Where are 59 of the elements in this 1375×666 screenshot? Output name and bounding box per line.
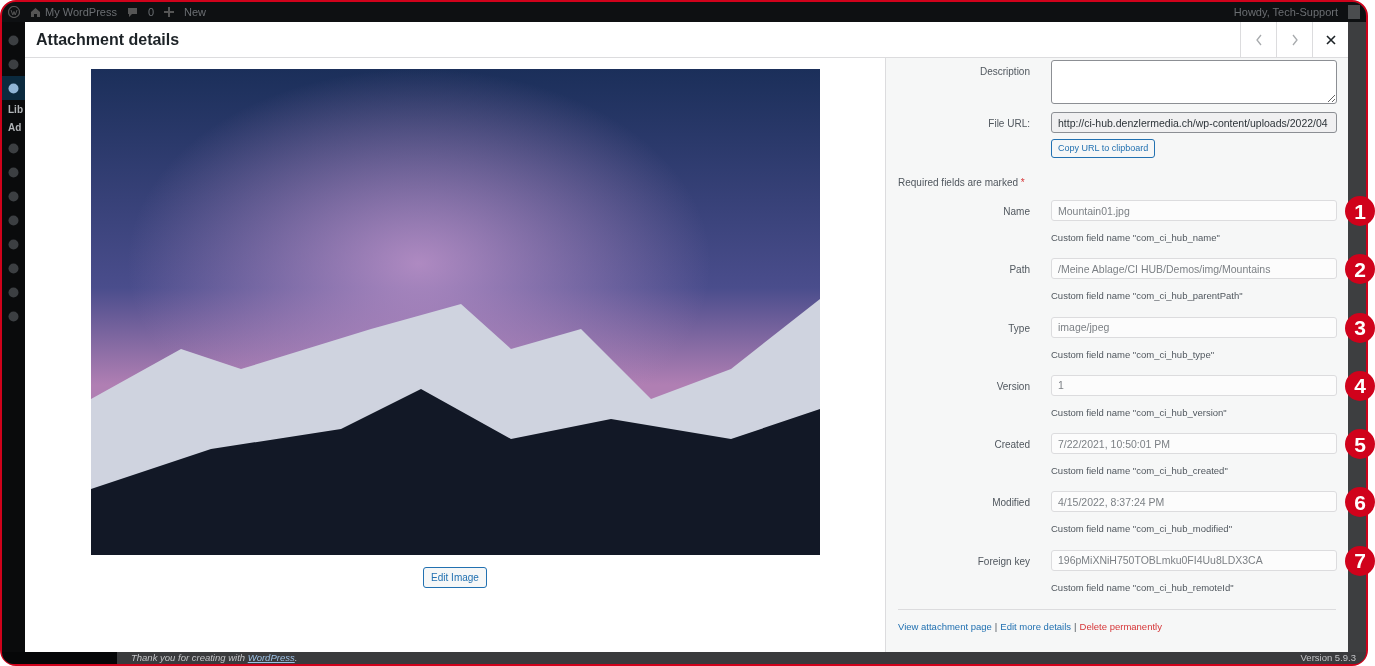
- text-field: Mountain01.jpg: [1051, 200, 1337, 221]
- text-field: 1: [1051, 374, 1337, 396]
- delete-link[interactable]: Delete permanently: [1079, 619, 1162, 634]
- action-link[interactable]: Edit more details: [1000, 619, 1072, 634]
- comment-icon[interactable]: [126, 7, 138, 17]
- action-link[interactable]: View attachment page: [898, 619, 992, 634]
- field-hint: Custom field name "com_ci_hub_modified": [1051, 522, 1233, 537]
- field-label: Description: [978, 65, 1030, 79]
- comment-count: 0: [147, 4, 155, 20]
- number-badge: 7: [1345, 545, 1375, 576]
- field-hint: Custom field name "com_ci_hub_version": [1051, 405, 1228, 420]
- number-badge: 4: [1345, 370, 1375, 401]
- greeting-link[interactable]: Howdy, Tech-Support: [1233, 3, 1338, 21]
- wordpress-logo-icon[interactable]: [8, 6, 20, 18]
- number-badge: 2: [1345, 254, 1375, 285]
- field-label: Created: [993, 438, 1030, 452]
- description-field[interactable]: [1051, 60, 1337, 104]
- number-badge: 1: [1345, 196, 1375, 226]
- field-label: Modified: [991, 496, 1030, 511]
- field-label: File URL:: [987, 117, 1030, 131]
- required-note: Required fields are marked *: [898, 177, 1025, 188]
- close-icon: [1325, 34, 1336, 45]
- field-hint: Custom field name "com_ci_hub_name": [1051, 231, 1221, 245]
- separator: |: [994, 619, 998, 634]
- field-hint: Custom field name "com_ci_hub_type": [1051, 347, 1216, 362]
- sidebar-item[interactable]: Lib: [2, 100, 25, 118]
- chevron-right-icon: [1290, 33, 1299, 46]
- plus-icon[interactable]: [164, 7, 175, 17]
- file-url-field[interactable]: http://ci-hub.denzlermedia.ch/wp-content/uploads/2022/04: [1051, 112, 1337, 133]
- chevron-left-icon: [1254, 33, 1263, 46]
- modal-title: Attachment details: [36, 29, 181, 50]
- field-label: Foreign key: [976, 554, 1030, 569]
- text-field: 7/22/2021, 10:50:01 PM: [1051, 433, 1337, 454]
- field-hint: Custom field name "com_ci_hub_parentPath": [1051, 289, 1244, 304]
- avatar: [1348, 5, 1360, 19]
- new-link[interactable]: New: [184, 3, 207, 21]
- field-hint: Custom field name "com_ci_hub_created": [1051, 464, 1229, 478]
- field-label: Name: [1002, 205, 1030, 219]
- wordpress-link[interactable]: WordPress: [247, 652, 295, 663]
- sidebar-item[interactable]: Ad: [2, 118, 25, 136]
- number-badge: 6: [1345, 487, 1375, 518]
- field-label: Type: [1007, 321, 1030, 336]
- separator: |: [1074, 619, 1077, 634]
- menu-icon[interactable]: [8, 82, 19, 94]
- text-field: image/jpeg: [1051, 316, 1337, 338]
- text-field: /Meine Ablage/CI HUB/Demos/img/Mountains: [1051, 258, 1337, 280]
- number-badge: 3: [1345, 312, 1375, 343]
- field-hint: Custom field name "com_ci_hub_remoteId": [1051, 580, 1235, 595]
- field-label: Version: [995, 379, 1030, 394]
- field-label: Path: [1008, 263, 1030, 278]
- copy-url-button[interactable]: Copy URL to clipboard: [1051, 139, 1156, 158]
- edit-image-button[interactable]: Edit Image: [423, 567, 487, 588]
- home-icon[interactable]: [30, 7, 41, 17]
- number-badge: 5: [1345, 429, 1375, 459]
- text-field: 196pMiXNiH750TOBLmku0FI4Uu8LDX3CA: [1051, 549, 1337, 571]
- footer-thanks: Thank you for creating with WordPress.: [130, 652, 299, 664]
- version-text: Version 5.9.3: [1300, 652, 1357, 664]
- site-name-link[interactable]: My WordPress: [45, 3, 117, 21]
- text-field: 4/15/2022, 8:37:24 PM: [1051, 491, 1337, 513]
